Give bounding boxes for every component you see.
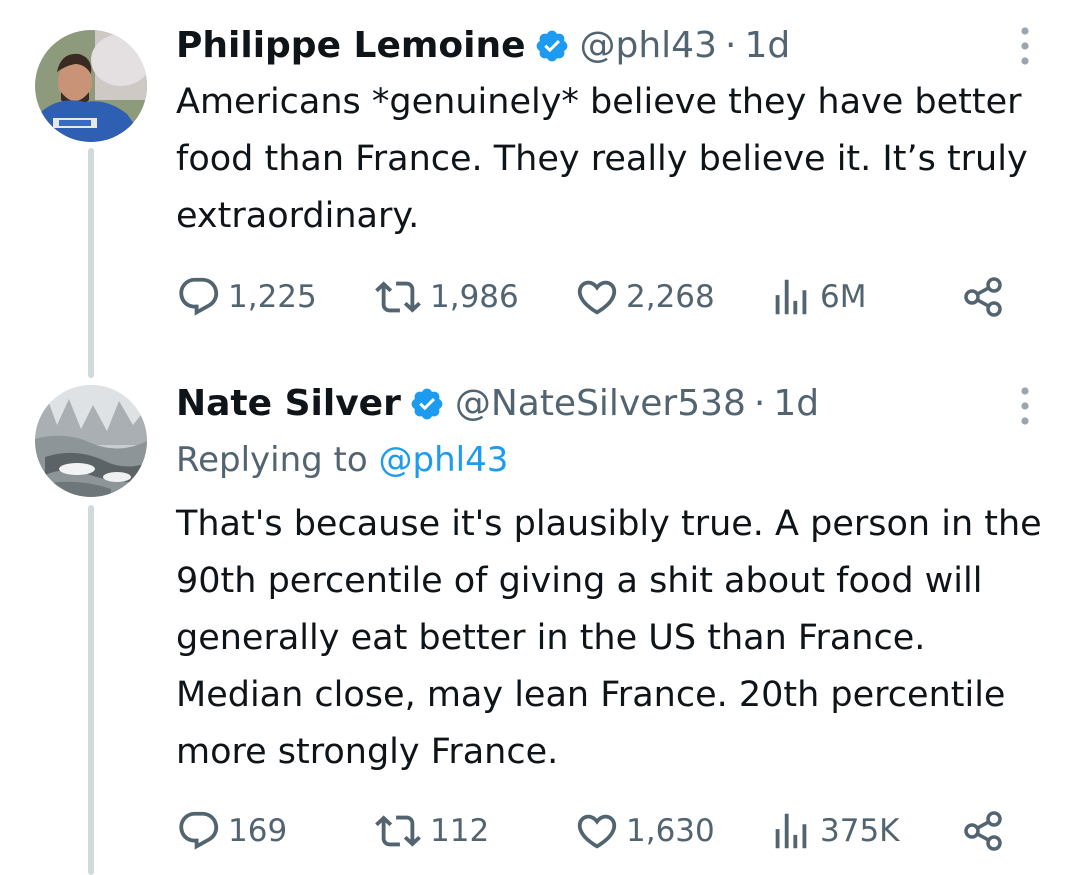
reply-count: 1,225 <box>228 279 317 315</box>
avatar[interactable] <box>35 30 147 142</box>
more-options-icon[interactable] <box>1020 386 1030 426</box>
tweet-text: That's because it's plausibly true. A pe… <box>176 504 1042 772</box>
replying-to-mention[interactable]: @phl43 <box>379 440 509 480</box>
tweet-header: Philippe Lemoine @phl43 · 1d <box>176 18 790 74</box>
author-handle[interactable]: @NateSilver538 <box>455 386 746 422</box>
views-button[interactable]: 6M <box>768 274 866 320</box>
action-bar: 169 112 1,630 375K <box>176 808 1020 854</box>
like-icon <box>577 280 617 315</box>
verified-badge-icon <box>409 386 445 422</box>
tweet[interactable]: Philippe Lemoine @phl43 · 1d Americans *… <box>0 0 1080 380</box>
separator: · <box>753 383 766 424</box>
share-button[interactable] <box>962 274 1006 320</box>
separator: · <box>725 25 737 66</box>
retweet-button[interactable]: 1,986 <box>372 274 519 320</box>
reply-button[interactable]: 169 <box>176 808 287 854</box>
author-name[interactable]: Philippe Lemoine <box>176 28 526 64</box>
retweet-count: 112 <box>430 813 490 849</box>
share-icon <box>964 277 1002 317</box>
view-count: 375K <box>820 813 900 849</box>
author-handle[interactable]: @phl43 <box>580 28 717 64</box>
timestamp[interactable]: 1d <box>744 28 790 64</box>
verified-badge-icon <box>534 28 570 64</box>
replying-to: Replying to @phl43 <box>176 440 508 480</box>
reply-count: 169 <box>228 813 288 849</box>
like-count: 2,268 <box>626 279 715 315</box>
action-bar: 1,225 1,986 2,268 6M <box>176 274 1020 320</box>
reply-icon <box>179 277 219 316</box>
views-icon <box>775 279 807 315</box>
retweet-icon <box>375 281 421 313</box>
views-button[interactable]: 375K <box>768 808 900 854</box>
retweet-button[interactable]: 112 <box>372 808 489 854</box>
author-name[interactable]: Nate Silver <box>176 386 401 422</box>
tweet-header: Nate Silver @NateSilver538 · 1d <box>176 376 819 432</box>
share-icon <box>964 811 1002 851</box>
like-button[interactable]: 1,630 <box>574 808 715 854</box>
timestamp[interactable]: 1d <box>773 386 819 422</box>
tweet[interactable]: Nate Silver @NateSilver538 · 1d Replying… <box>0 380 1080 875</box>
share-button[interactable] <box>962 808 1006 854</box>
replying-to-label: Replying to <box>176 440 368 480</box>
retweet-icon <box>375 815 421 847</box>
reply-icon <box>179 811 219 850</box>
more-options-icon[interactable] <box>1020 26 1030 66</box>
view-count: 6M <box>820 279 867 315</box>
like-button[interactable]: 2,268 <box>574 274 715 320</box>
retweet-count: 1,986 <box>430 279 519 315</box>
like-icon <box>577 814 617 849</box>
reply-button[interactable]: 1,225 <box>176 274 317 320</box>
like-count: 1,630 <box>626 813 715 849</box>
avatar[interactable] <box>35 385 147 497</box>
views-icon <box>775 813 807 849</box>
tweet-text: Americans *genuinely* believe they have … <box>176 82 1028 236</box>
